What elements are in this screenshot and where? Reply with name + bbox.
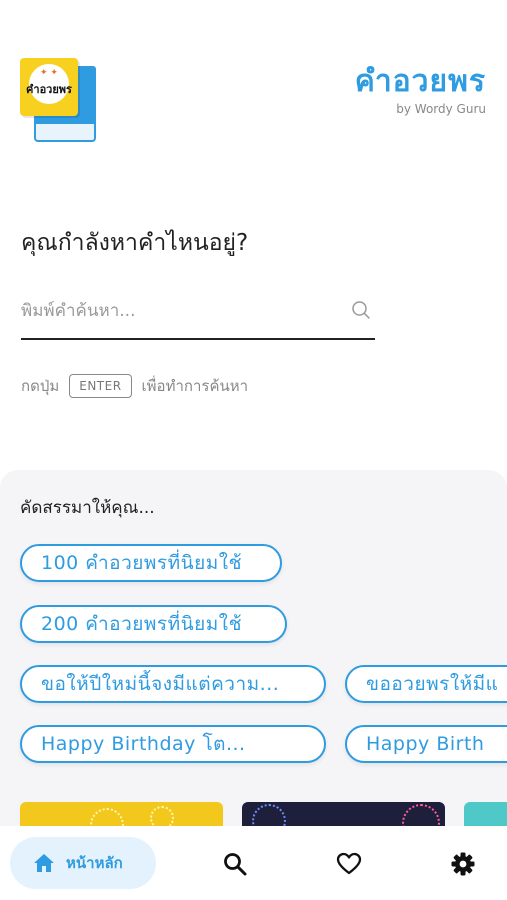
search-question: คุณกำลังหาคำไหนอยู่? — [21, 230, 249, 256]
chip-happy-birthday-2[interactable]: Happy Birth — [345, 725, 507, 763]
enter-key-badge: ENTER — [69, 374, 132, 398]
bottom-nav: หน้าหลัก — [0, 826, 507, 900]
search-hint: กดปุ่ม ENTER เพื่อทำการค้นหา — [21, 371, 248, 401]
home-icon — [34, 854, 54, 872]
chip-happy-birthday[interactable]: Happy Birthday โต... — [20, 725, 326, 763]
heart-icon[interactable] — [336, 851, 362, 877]
logo-book-pages — [34, 124, 96, 142]
hint-suffix: เพื่อทำการค้นหา — [141, 377, 249, 395]
app-subtitle: by Wordy Guru — [396, 102, 486, 116]
logo-text: คำอวยพร — [26, 83, 72, 96]
chip-popular-100[interactable]: 100 คำอวยพรที่นิยมใช้ — [20, 544, 282, 582]
logo-decoration-icon: ✦ ✦ — [40, 68, 58, 78]
nav-home-label: หน้าหลัก — [66, 854, 123, 872]
chip-new-year[interactable]: ขอให้ปีใหม่นี้จงมีแต่ความ... — [20, 665, 326, 703]
recommend-title: คัดสรรมาให้คุณ... — [20, 498, 155, 518]
hint-prefix: กดปุ่ม — [21, 377, 60, 395]
search-icon[interactable] — [351, 300, 371, 320]
search-field[interactable] — [21, 292, 375, 340]
logo-book-cover: ✦ ✦ คำอวยพร — [20, 58, 78, 116]
chip-popular-200[interactable]: 200 คำอวยพรที่นิยมใช้ — [20, 605, 287, 643]
search-icon[interactable] — [222, 851, 248, 877]
gear-icon[interactable] — [450, 851, 476, 877]
chip-wish[interactable]: ขออวยพรให้มีแ — [345, 665, 507, 703]
app-logo: ✦ ✦ คำอวยพร — [20, 58, 100, 146]
app-title: คำอวยพร — [354, 64, 486, 99]
nav-home-button[interactable]: หน้าหลัก — [10, 837, 156, 889]
search-input[interactable] — [21, 292, 341, 330]
